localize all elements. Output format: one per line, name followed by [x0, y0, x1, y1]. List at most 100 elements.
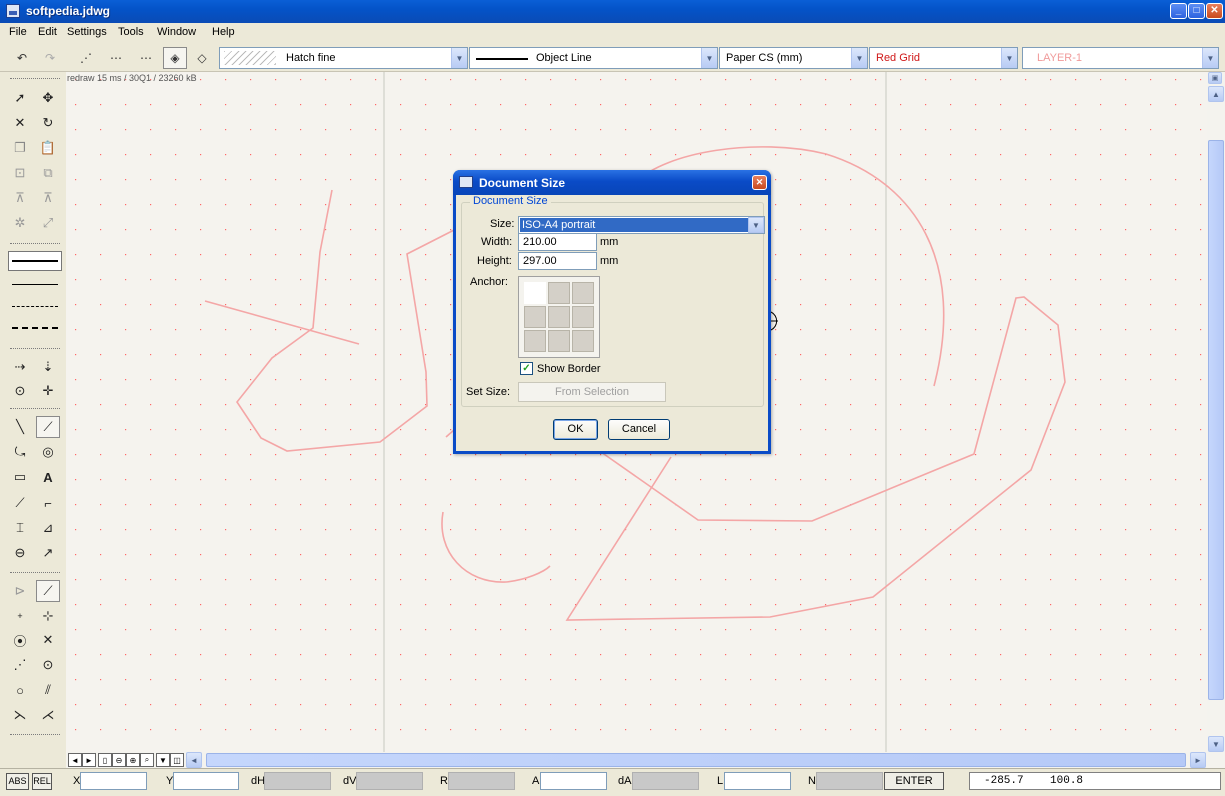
filled-point-icon[interactable]: ⦿ [8, 629, 32, 651]
page-icon[interactable]: ▯ [98, 753, 112, 767]
measure-icon[interactable]: ⌶ [8, 517, 32, 539]
next-page-icon[interactable]: ► [82, 753, 96, 767]
linestyle-dashed[interactable] [8, 318, 62, 338]
linetype-select[interactable]: Object Line ▼ [469, 47, 718, 69]
parallel-icon[interactable]: ⫽ [36, 679, 60, 701]
delete-icon[interactable]: ✕ [8, 112, 32, 134]
scroll-right-icon[interactable]: ► [1190, 752, 1206, 768]
cross-icon[interactable]: ✕ [36, 629, 60, 651]
text-icon[interactable]: A [36, 466, 60, 488]
scale-icon[interactable]: ⊡ [8, 162, 32, 184]
coordsys-select[interactable]: Paper CS (mm) ▼ [719, 47, 868, 69]
chevron-down-icon[interactable]: ▼ [1202, 48, 1218, 68]
center-point-icon[interactable]: ⊙ [36, 654, 60, 676]
anchor-bottom-right[interactable] [572, 330, 594, 352]
snap-horizontal-icon[interactable]: ⇢ [8, 356, 32, 378]
array-icon[interactable]: ⊼ [36, 187, 60, 209]
chevron-down-icon[interactable]: ▼ [1001, 48, 1017, 68]
scroll-up-icon[interactable]: ▲ [1208, 86, 1224, 102]
angle-icon[interactable]: ⊿ [36, 517, 60, 539]
shape-icon[interactable]: ◇ [190, 47, 214, 69]
undo-icon[interactable]: ↶ [10, 47, 34, 69]
menu-help[interactable]: Help [212, 26, 235, 38]
linestyle-dashdot[interactable] [8, 296, 62, 316]
hatch-tool-icon[interactable]: ⊖ [8, 542, 32, 564]
zoom-in-icon[interactable]: ⊕ [126, 753, 140, 767]
snap-point-icon[interactable]: ✛ [36, 380, 60, 402]
dimension-icon[interactable]: ⟋ [8, 492, 32, 514]
menu-tools[interactable]: Tools [118, 26, 144, 38]
enter-button[interactable]: ENTER [884, 772, 944, 790]
anchor-top-right[interactable] [572, 282, 594, 304]
close-button[interactable]: ✕ [1206, 3, 1223, 19]
intersection-icon[interactable]: ⋰ [8, 654, 32, 676]
layers-icon[interactable]: ◈ [163, 47, 187, 69]
snap-endpoint-icon[interactable]: ⋯ [104, 47, 128, 69]
line-icon[interactable]: ╲ [8, 416, 32, 438]
anchor-middle-left[interactable] [524, 306, 546, 328]
leader-icon[interactable]: ↗ [36, 542, 60, 564]
snap-middle-icon[interactable]: ⋯ [134, 47, 158, 69]
linestyle-thick[interactable] [8, 251, 62, 271]
snap-vertical-icon[interactable]: ⇣ [36, 356, 60, 378]
hatch-select[interactable]: Hatch fine ▼ [219, 47, 468, 69]
dialog-close-icon[interactable]: ✕ [752, 175, 767, 190]
stretch-icon[interactable]: ⧉ [36, 162, 60, 184]
anchor-top-center[interactable] [548, 282, 570, 304]
prev-page-icon[interactable]: ◄ [68, 753, 82, 767]
zoom-window-icon[interactable]: ⌕ [140, 753, 154, 767]
anchor-bottom-center[interactable] [548, 330, 570, 352]
a-field[interactable] [540, 772, 607, 790]
bisector-icon[interactable]: ⋋ [8, 704, 32, 726]
chevron-down-icon[interactable]: ▼ [451, 48, 467, 68]
redo-icon[interactable]: ↷ [38, 47, 62, 69]
extend-icon[interactable]: ⤢ [36, 212, 60, 234]
anchor-grid[interactable] [518, 276, 600, 358]
anchor-top-left[interactable] [524, 282, 546, 304]
crosshair-icon[interactable]: ⊹ [36, 605, 60, 627]
abs-button[interactable]: ABS [6, 773, 29, 790]
scroll-down-icon[interactable]: ▼ [1208, 736, 1224, 752]
point-icon[interactable]: + [8, 605, 32, 627]
rectangle-icon[interactable]: ▭ [8, 466, 32, 488]
linestyle-thin[interactable] [8, 274, 62, 294]
split-view-icon[interactable]: ▣ [1208, 72, 1222, 84]
copy-icon[interactable]: ❐ [8, 137, 32, 159]
segment-icon[interactable]: ⟋ [36, 580, 60, 602]
perpendicular-icon[interactable]: ⋌ [36, 704, 60, 726]
h-scroll-thumb[interactable] [206, 753, 1186, 767]
snap-center-icon[interactable]: ⊙ [8, 380, 32, 402]
move-icon[interactable]: ✥ [36, 87, 60, 109]
anchor-center[interactable] [548, 306, 570, 328]
anchor-bottom-left[interactable] [524, 330, 546, 352]
tangent-icon[interactable]: ○ [8, 679, 32, 701]
maximize-button[interactable]: □ [1188, 3, 1205, 19]
menu-file[interactable]: File [9, 26, 27, 38]
grid-select[interactable]: Red Grid ▼ [869, 47, 1018, 69]
rotate-icon[interactable]: ↻ [36, 112, 60, 134]
snap-grid-icon[interactable]: ⋰ [74, 47, 98, 69]
show-border-checkbox[interactable]: ✓ [520, 362, 533, 375]
zoom-menu-icon[interactable]: ▼ [156, 753, 170, 767]
paste-icon[interactable]: 📋 [36, 137, 60, 159]
chevron-down-icon[interactable]: ▼ [748, 217, 764, 233]
height-field[interactable]: 297.00 [518, 252, 597, 270]
layer-select[interactable]: LAYER-1 ▼ [1022, 47, 1219, 69]
polyline-icon[interactable]: ⟋ [36, 416, 60, 438]
chevron-down-icon[interactable]: ▼ [701, 48, 717, 68]
from-selection-button[interactable]: From Selection [518, 382, 666, 402]
menu-settings[interactable]: Settings [67, 26, 107, 38]
select-arrow-icon[interactable]: ➚ [8, 87, 32, 109]
rel-button[interactable]: REL [32, 773, 52, 790]
horizontal-scrollbar[interactable]: ◄ ► ▯ ⊖ ⊕ ⌕ ▼ ◫ ◄ ► [66, 752, 1225, 768]
cancel-button[interactable]: Cancel [608, 419, 670, 440]
y-field[interactable] [173, 772, 239, 790]
explode-icon[interactable]: ✲ [8, 212, 32, 234]
fillet-icon[interactable]: ⌐ [36, 492, 60, 514]
zoom-out-icon[interactable]: ⊖ [112, 753, 126, 767]
menu-window[interactable]: Window [157, 26, 196, 38]
mirror-icon[interactable]: ⊼ [8, 187, 32, 209]
x-field[interactable] [80, 772, 147, 790]
chevron-down-icon[interactable]: ▼ [851, 48, 867, 68]
dialog-title-bar[interactable]: Document Size [453, 170, 771, 195]
